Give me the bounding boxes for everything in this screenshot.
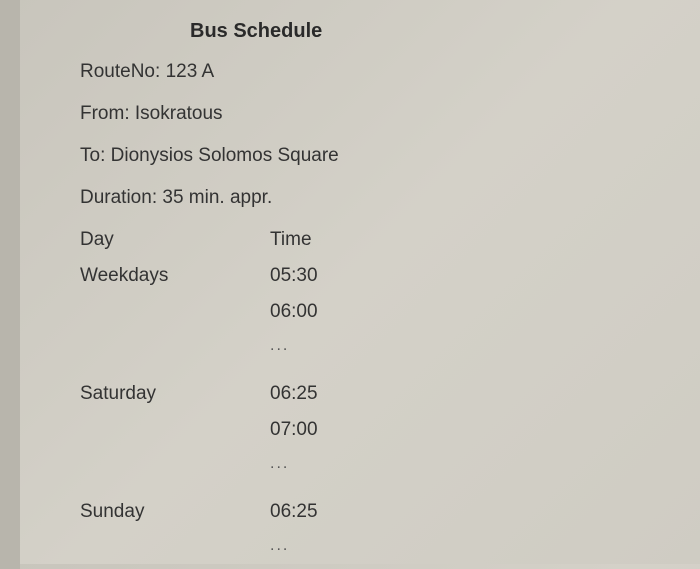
header-day: Day — [80, 229, 270, 251]
time-value: 06:25 — [270, 383, 318, 405]
times-sunday: 06:25 ... — [270, 501, 318, 569]
schedule-row-weekdays: Weekdays 05:30 06:00 ... — [80, 265, 700, 369]
times-weekdays: 05:30 06:00 ... — [270, 265, 318, 369]
times-saturday: 06:25 07:00 ... — [270, 383, 318, 487]
time-value: 06:25 — [270, 501, 318, 523]
to-value: Dionysios Solomos Square — [111, 145, 339, 166]
from-label: From: — [80, 103, 130, 124]
duration-label: Duration: — [80, 187, 157, 208]
schedule-table: Day Time Weekdays 05:30 06:00 ... Saturd… — [80, 229, 700, 569]
day-saturday: Saturday — [80, 383, 270, 487]
route-line: RouteNo: 123 A — [80, 61, 700, 83]
schedule-row-saturday: Saturday 06:25 07:00 ... — [80, 383, 700, 487]
ellipsis: ... — [270, 537, 318, 555]
from-value: Isokratous — [135, 103, 223, 124]
page-title: Bus Schedule — [190, 20, 700, 43]
duration-value: 35 min. appr. — [162, 187, 272, 208]
schedule-row-sunday: Sunday 06:25 ... — [80, 501, 700, 569]
route-label: RouteNo: — [80, 61, 160, 82]
day-sunday: Sunday — [80, 501, 270, 569]
ellipsis: ... — [270, 455, 318, 473]
schedule-header: Day Time — [80, 229, 700, 251]
day-weekdays: Weekdays — [80, 265, 270, 369]
duration-line: Duration: 35 min. appr. — [80, 187, 700, 209]
to-label: To: — [80, 145, 105, 166]
time-value: 06:00 — [270, 301, 318, 323]
to-line: To: Dionysios Solomos Square — [80, 145, 700, 167]
from-line: From: Isokratous — [80, 103, 700, 125]
time-value: 05:30 — [270, 265, 318, 287]
route-value: 123 A — [166, 61, 215, 82]
time-value: 07:00 — [270, 419, 318, 441]
header-time: Time — [270, 229, 312, 251]
ellipsis: ... — [270, 337, 318, 355]
bus-schedule-page: Bus Schedule RouteNo: 123 A From: Isokra… — [0, 0, 700, 569]
